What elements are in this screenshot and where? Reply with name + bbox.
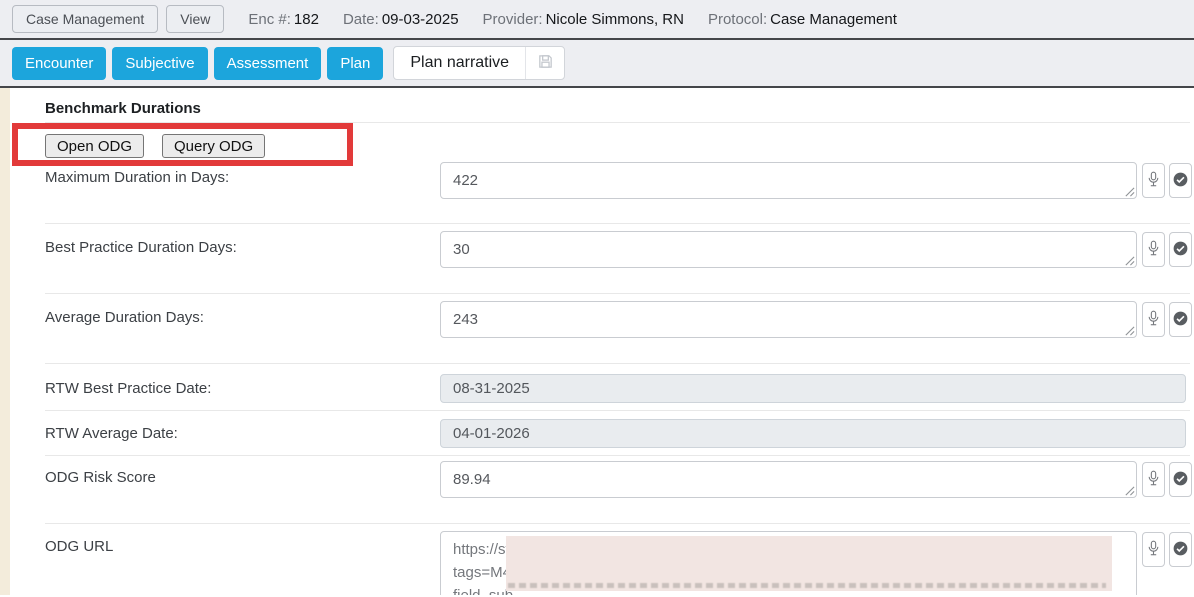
query-odg-button[interactable]: Query ODG [162, 134, 265, 158]
rtw-best-practice-date-label: RTW Best Practice Date: [45, 380, 211, 397]
confirm-button-average-duration[interactable] [1169, 302, 1192, 337]
best-practice-duration-textarea[interactable]: 30 [440, 231, 1137, 268]
row-divider [45, 363, 1190, 364]
row-divider [45, 293, 1190, 294]
date-value: 09-03-2025 [382, 11, 459, 28]
protocol-label: Protocol: [708, 11, 767, 28]
odg-risk-score-value: 89.94 [453, 471, 491, 488]
enc-number-value: 182 [294, 11, 319, 28]
row-divider [45, 410, 1190, 411]
date-label: Date: [343, 11, 379, 28]
best-practice-duration-value: 30 [453, 241, 470, 258]
plan-narrative-button[interactable]: Plan narrative [394, 47, 525, 79]
encounter-header-bar: Case Management View Enc #:182 Date:09-0… [0, 0, 1194, 40]
microphone-icon [1147, 240, 1160, 260]
check-circle-icon [1173, 471, 1188, 489]
provider-label: Provider: [483, 11, 543, 28]
open-odg-button[interactable]: Open ODG [45, 134, 144, 158]
microphone-button-odg-url[interactable] [1142, 532, 1165, 567]
odg-url-textarea[interactable]: https://st tags=M4 field_sub [440, 531, 1137, 595]
rtw-average-date-input: 04-01-2026 [440, 419, 1186, 448]
encounter-number-field: Enc #:182 [248, 11, 319, 28]
max-duration-textarea[interactable]: 422 [440, 162, 1137, 199]
encounter-date-field: Date:09-03-2025 [343, 11, 459, 28]
row-divider [45, 455, 1190, 456]
rtw-best-practice-date-input: 08-31-2025 [440, 374, 1186, 403]
odg-risk-score-label: ODG Risk Score [45, 469, 156, 486]
check-circle-icon [1173, 541, 1188, 559]
odg-url-label: ODG URL [45, 538, 113, 555]
section-toolbar: Encounter Subjective Assessment Plan Pla… [0, 40, 1194, 88]
provider-value: Nicole Simmons, RN [546, 11, 684, 28]
tab-subjective[interactable]: Subjective [112, 47, 207, 80]
microphone-icon [1147, 171, 1160, 191]
save-narrative-button[interactable] [526, 47, 564, 79]
microphone-icon [1147, 540, 1160, 560]
redaction-overlay [506, 536, 1112, 591]
row-divider [45, 223, 1190, 224]
enc-number-label: Enc #: [248, 11, 291, 28]
blurred-text [508, 583, 1106, 588]
provider-field: Provider:Nicole Simmons, RN [483, 11, 684, 28]
microphone-button-best-practice[interactable] [1142, 232, 1165, 267]
section-title: Benchmark Durations [45, 100, 201, 117]
average-duration-textarea[interactable]: 243 [440, 301, 1137, 338]
tab-assessment[interactable]: Assessment [214, 47, 322, 80]
check-circle-icon [1173, 311, 1188, 329]
view-button[interactable]: View [166, 5, 224, 33]
odg-risk-score-textarea[interactable]: 89.94 [440, 461, 1137, 498]
confirm-button-odg-risk-score[interactable] [1169, 462, 1192, 497]
confirm-button-odg-url[interactable] [1169, 532, 1192, 567]
tab-encounter[interactable]: Encounter [12, 47, 106, 80]
plan-narrative-group: Plan narrative [393, 46, 565, 80]
benchmark-durations-panel: Benchmark Durations Open ODG Query ODG M… [0, 88, 1194, 595]
case-management-button[interactable]: Case Management [12, 5, 158, 33]
confirm-button-max-duration[interactable] [1169, 163, 1192, 198]
protocol-field: Protocol:Case Management [708, 11, 897, 28]
max-duration-label: Maximum Duration in Days: [45, 169, 229, 186]
tab-plan[interactable]: Plan [327, 47, 383, 80]
microphone-button-max-duration[interactable] [1142, 163, 1165, 198]
microphone-button-average-duration[interactable] [1142, 302, 1165, 337]
row-divider [45, 523, 1190, 524]
protocol-value: Case Management [770, 11, 897, 28]
microphone-icon [1147, 310, 1160, 330]
microphone-icon [1147, 470, 1160, 490]
best-practice-duration-label: Best Practice Duration Days: [45, 239, 237, 256]
average-duration-value: 243 [453, 311, 478, 328]
save-icon [537, 53, 554, 73]
rtw-average-date-label: RTW Average Date: [45, 425, 178, 442]
left-margin-stripe [0, 88, 10, 595]
check-circle-icon [1173, 172, 1188, 190]
max-duration-value: 422 [453, 172, 478, 189]
confirm-button-best-practice[interactable] [1169, 232, 1192, 267]
average-duration-label: Average Duration Days: [45, 309, 204, 326]
check-circle-icon [1173, 241, 1188, 259]
microphone-button-odg-risk-score[interactable] [1142, 462, 1165, 497]
